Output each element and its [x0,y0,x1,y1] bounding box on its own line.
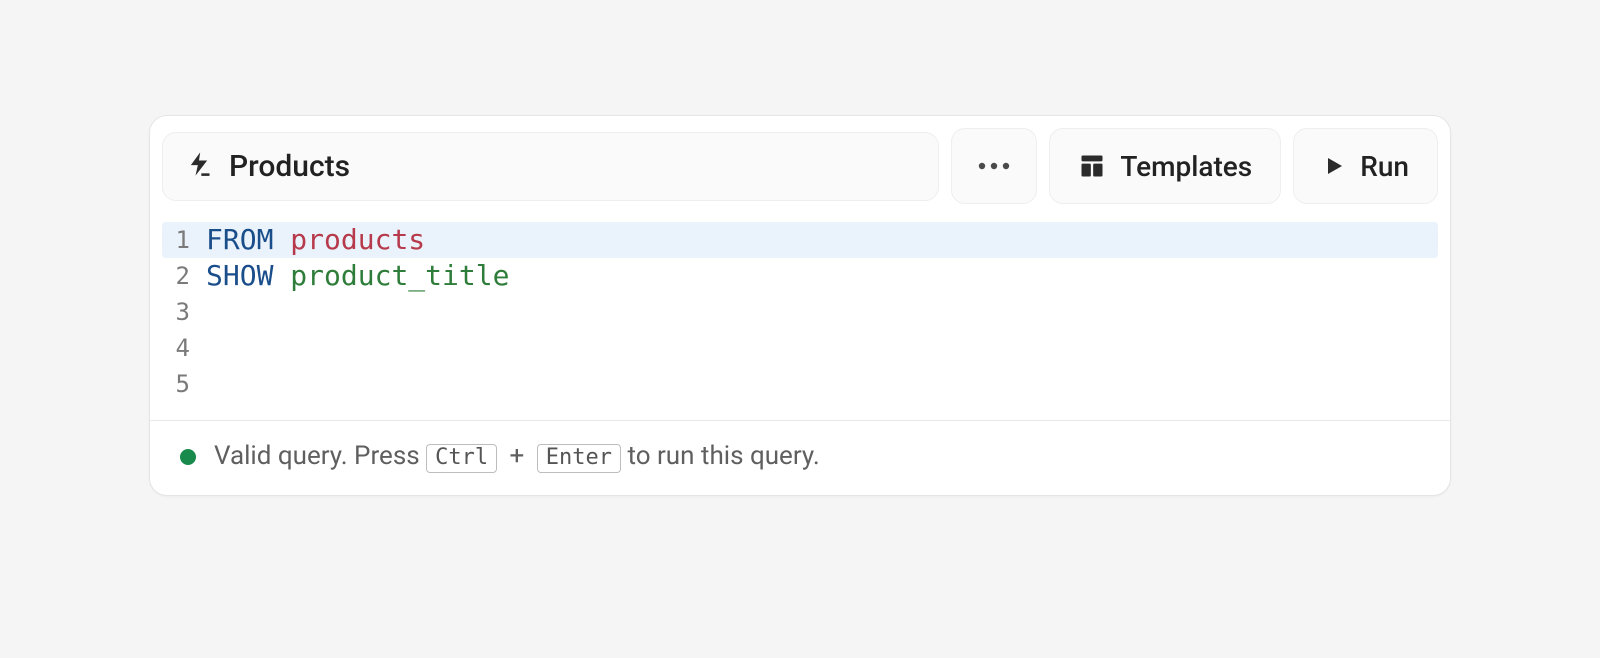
code-line[interactable]: 4 [162,330,1438,366]
line-number: 4 [162,330,206,366]
status-text: Valid query. Press Ctrl + Enter to run t… [214,441,820,473]
bolt-icon [185,150,213,182]
code-line[interactable]: 1FROM products [162,222,1438,258]
line-number: 3 [162,294,206,330]
status-bar: Valid query. Press Ctrl + Enter to run t… [150,420,1450,495]
line-number: 5 [162,366,206,402]
ellipsis-icon [976,161,1012,171]
kbd-enter: Enter [537,444,621,473]
code-content[interactable] [206,366,223,402]
code-content[interactable]: SHOW product_title [206,258,509,294]
panel-header: Products Templates [150,116,1450,214]
run-button[interactable]: Run [1293,128,1438,204]
templates-button[interactable]: Templates [1049,128,1281,204]
templates-icon [1078,152,1106,180]
status-suffix: to run this query. [627,441,819,471]
line-number: 1 [162,222,206,258]
query-title: Products [229,149,350,184]
line-number: 2 [162,258,206,294]
code-content[interactable] [206,330,223,366]
status-ok-icon [180,449,196,465]
code-line[interactable]: 2SHOW product_title [162,258,1438,294]
code-line[interactable]: 5 [162,366,1438,402]
title-pill[interactable]: Products [162,132,939,201]
status-plus: + [510,441,525,471]
query-panel: Products Templates [149,115,1451,496]
run-label: Run [1360,150,1409,183]
play-icon [1322,154,1346,178]
status-prefix: Valid query. Press [214,441,426,471]
code-content[interactable] [206,294,223,330]
templates-label: Templates [1120,150,1252,183]
code-content[interactable]: FROM products [206,222,425,258]
more-button[interactable] [951,128,1037,204]
kbd-ctrl: Ctrl [426,444,497,473]
code-line[interactable]: 3 [162,294,1438,330]
code-editor[interactable]: 1FROM products2SHOW product_title3 4 5 [150,214,1450,420]
